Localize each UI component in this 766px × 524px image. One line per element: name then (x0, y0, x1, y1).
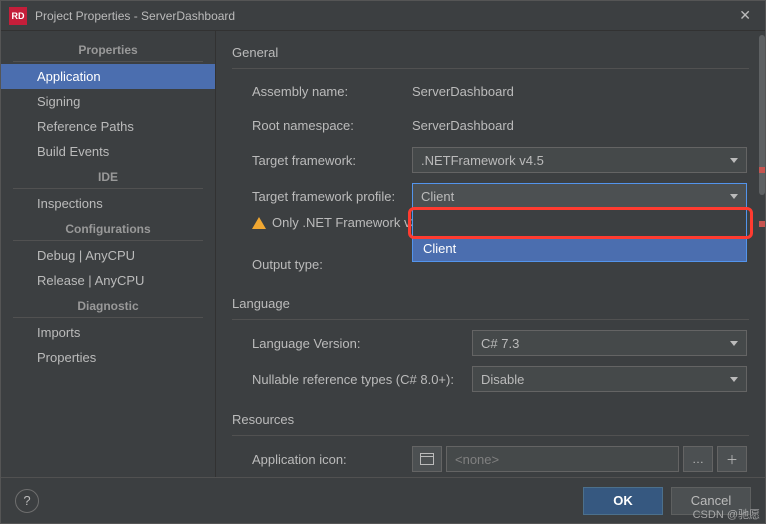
window-icon (420, 453, 434, 465)
language-version-dropdown[interactable]: C# 7.3 (472, 330, 747, 356)
category-header-configurations: Configurations (13, 216, 203, 241)
close-icon[interactable]: ✕ (733, 7, 757, 24)
content: General Assembly name: ServerDashboard R… (216, 31, 759, 477)
target-framework-label: Target framework: (232, 153, 412, 168)
sidebar-item-properties[interactable]: Properties (1, 345, 215, 370)
language-version-value: C# 7.3 (481, 336, 519, 351)
project-properties-window: RD Project Properties - ServerDashboard … (0, 0, 766, 524)
category-header-diagnostic: Diagnostic (13, 293, 203, 318)
assembly-name-label: Assembly name: (232, 84, 412, 99)
warning-text: Only .NET Framework v3 (272, 215, 418, 230)
sidebar-item-debug[interactable]: Debug | AnyCPU (1, 243, 215, 268)
sidebar-item-inspections[interactable]: Inspections (1, 191, 215, 216)
category-header-ide: IDE (13, 164, 203, 189)
window-title: Project Properties - ServerDashboard (35, 9, 733, 23)
footer: ? OK Cancel (1, 477, 765, 523)
row-appicon: Application icon: <none> … ＋ (232, 446, 755, 472)
appicon-path-input[interactable]: <none> (446, 446, 679, 472)
appicon-label: Application icon: (232, 452, 412, 467)
sidebar-item-imports[interactable]: Imports (1, 320, 215, 345)
chevron-down-icon (730, 377, 738, 382)
row-language-version: Language Version: C# 7.3 (232, 330, 755, 356)
sidebar-item-reference-paths[interactable]: Reference Paths (1, 114, 215, 139)
sidebar-item-signing[interactable]: Signing (1, 89, 215, 114)
language-version-label: Language Version: (232, 336, 472, 351)
chevron-down-icon (730, 341, 738, 346)
row-assembly-name: Assembly name: ServerDashboard (232, 79, 755, 103)
nullable-label: Nullable reference types (C# 8.0+): (232, 372, 472, 387)
target-profile-dropdown[interactable]: Client (412, 183, 747, 209)
sidebar: Properties Application Signing Reference… (1, 31, 216, 477)
row-target-framework: Target framework: .NETFramework v4.5 (232, 147, 755, 173)
sidebar-item-build-events[interactable]: Build Events (1, 139, 215, 164)
chevron-down-icon (730, 194, 738, 199)
scrollbar-marker (759, 221, 765, 227)
content-wrap: General Assembly name: ServerDashboard R… (216, 31, 765, 477)
root-namespace-value[interactable]: ServerDashboard (412, 118, 747, 133)
target-profile-label: Target framework profile: (232, 189, 412, 204)
section-resources-title: Resources (232, 408, 749, 436)
assembly-name-value[interactable]: ServerDashboard (412, 84, 747, 99)
nullable-dropdown[interactable]: Disable (472, 366, 747, 392)
target-framework-value: .NETFramework v4.5 (421, 153, 544, 168)
appicon-browse-button[interactable]: … (683, 446, 713, 472)
scrollbar-marker (759, 167, 765, 173)
sidebar-item-application[interactable]: Application (1, 64, 215, 89)
appicon-add-button[interactable]: ＋ (717, 446, 747, 472)
app-icon: RD (9, 7, 27, 25)
target-profile-value: Client (421, 189, 454, 204)
row-nullable: Nullable reference types (C# 8.0+): Disa… (232, 366, 755, 392)
chevron-down-icon (730, 158, 738, 163)
titlebar[interactable]: RD Project Properties - ServerDashboard … (1, 1, 765, 31)
help-button[interactable]: ? (15, 489, 39, 513)
dropdown-option-empty[interactable] (413, 210, 746, 236)
section-language: Language Language Version: C# 7.3 Nullab… (232, 292, 755, 392)
section-general-title: General (232, 41, 749, 69)
watermark: CSDN @驰愿 (693, 506, 760, 522)
nullable-value: Disable (481, 372, 524, 387)
section-general: General Assembly name: ServerDashboard R… (232, 41, 755, 276)
warning-icon (252, 217, 266, 229)
section-resources: Resources Application icon: <none> … ＋ (232, 408, 755, 472)
target-framework-dropdown[interactable]: .NETFramework v4.5 (412, 147, 747, 173)
output-type-label: Output type: (232, 257, 412, 272)
category-header-properties: Properties (13, 37, 203, 62)
target-profile-dropdown-panel: Client (412, 209, 747, 262)
window-body: Properties Application Signing Reference… (1, 31, 765, 477)
sidebar-item-release[interactable]: Release | AnyCPU (1, 268, 215, 293)
ok-button[interactable]: OK (583, 487, 663, 515)
section-language-title: Language (232, 292, 749, 320)
root-namespace-label: Root namespace: (232, 118, 412, 133)
scrollbar[interactable] (759, 31, 765, 477)
dropdown-option-client[interactable]: Client (413, 236, 746, 261)
row-target-profile: Target framework profile: Client Client (232, 183, 755, 209)
appicon-preview-button[interactable] (412, 446, 442, 472)
row-root-namespace: Root namespace: ServerDashboard (232, 113, 755, 137)
